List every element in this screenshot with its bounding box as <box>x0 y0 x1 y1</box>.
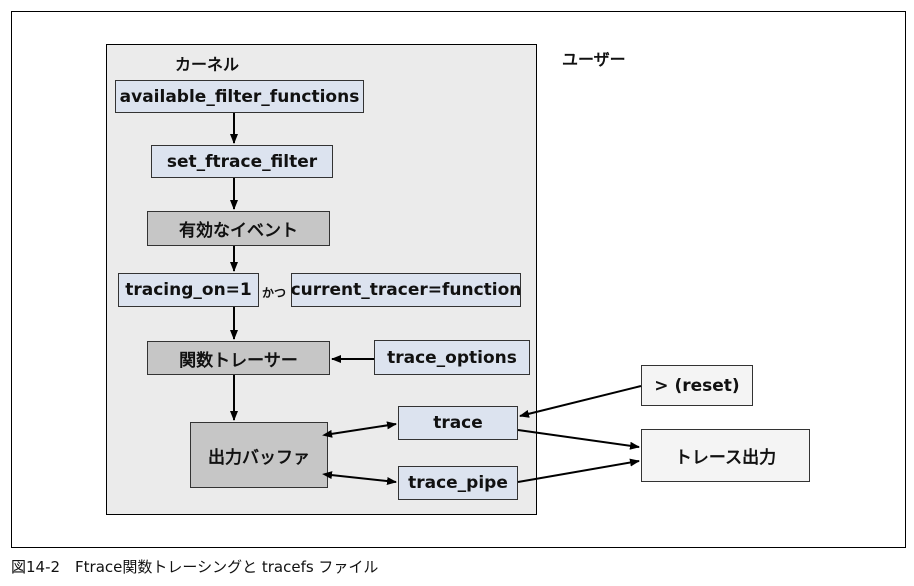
connector-arrows <box>230 113 642 486</box>
arrow-buffer-trace <box>322 421 397 438</box>
arrow-trace-to-output <box>517 429 640 450</box>
arrow-trace-pipe-to-output <box>517 458 640 483</box>
arrow-reset-to-trace <box>519 385 642 418</box>
arrow-buffer-trace-pipe <box>322 471 397 486</box>
figure-caption: 図14-2 Ftrace関数トレーシングと tracefs ファイル <box>11 558 379 576</box>
